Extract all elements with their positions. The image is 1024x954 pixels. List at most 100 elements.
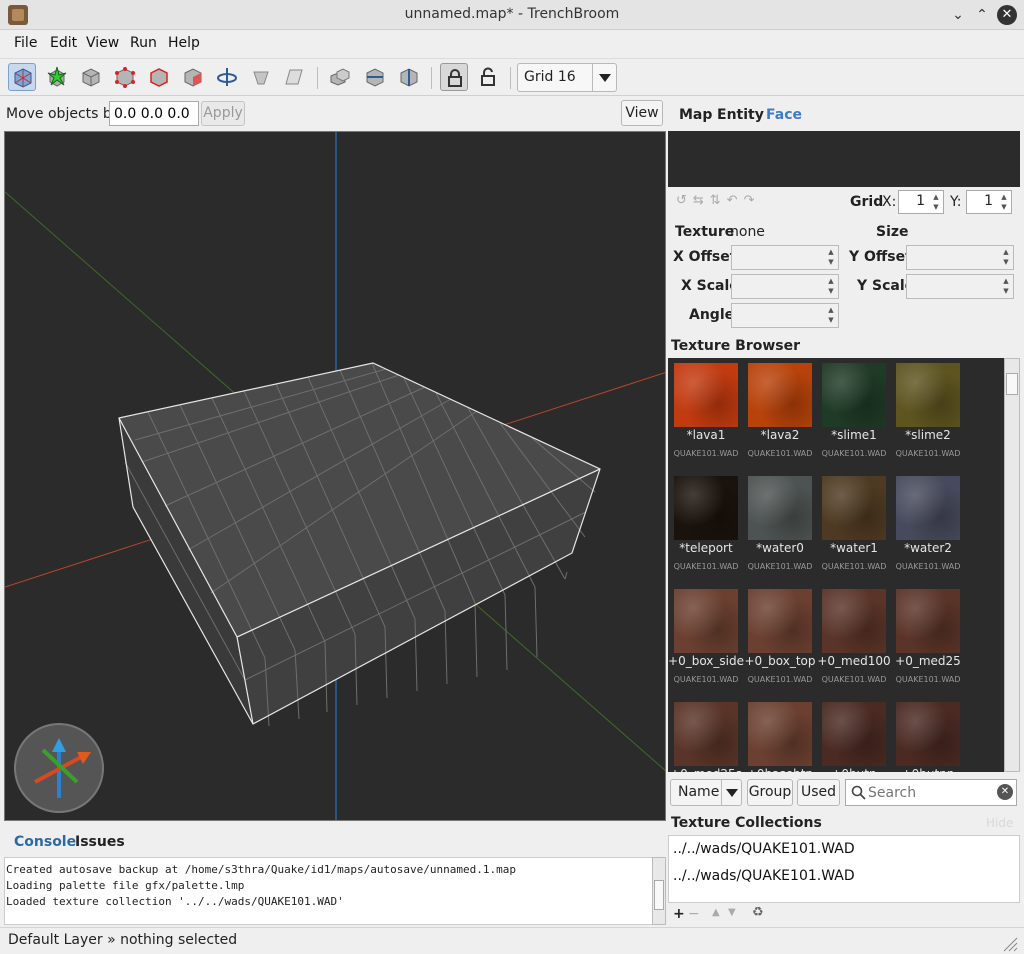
collection-item[interactable]: ../../wads/QUAKE101.WAD	[673, 841, 855, 857]
spin-arrows-icon[interactable]: ▲ ▼	[930, 192, 942, 212]
texture-item[interactable]: +0butn	[818, 697, 890, 772]
texture-item[interactable]: +0_box_side QUAKE101.WAD	[668, 584, 744, 694]
remove-collection-icon[interactable]: −	[688, 906, 700, 922]
grid-x-spinner[interactable]: 1 ▲ ▼	[898, 190, 944, 214]
texture-item[interactable]: +0_med100 QUAKE101.WAD	[817, 584, 891, 694]
uv-lock-button[interactable]	[474, 63, 502, 91]
sort-select[interactable]: Name	[670, 779, 742, 806]
y-offset-input[interactable]: ▲ ▼	[906, 245, 1014, 270]
texture-item[interactable]: +0basebtn	[744, 697, 816, 772]
status-bar: Default Layer » nothing selected	[0, 927, 1024, 954]
unlock-icon	[481, 67, 495, 86]
minimize-button[interactable]: ⌄	[948, 5, 968, 25]
flip-vertical-button[interactable]	[395, 63, 423, 91]
hide-collections-link[interactable]: Hide	[986, 816, 1013, 830]
inspector-tabs: Map Entity Face	[668, 97, 1024, 131]
duplicate-button[interactable]	[326, 63, 354, 91]
move-down-icon[interactable]: ▼	[728, 907, 736, 918]
3d-viewport[interactable]	[4, 131, 666, 821]
texture-search-field[interactable]: ✕	[845, 779, 1017, 806]
menu-file[interactable]: File	[14, 35, 37, 51]
texture-thumbnail	[674, 476, 738, 540]
group-button[interactable]: Group	[747, 779, 793, 806]
texture-item[interactable]: +0_med25s	[670, 697, 742, 772]
x-offset-input[interactable]: ▲ ▼	[731, 245, 839, 270]
texture-item[interactable]: *slime1 QUAKE101.WAD	[818, 358, 890, 468]
tab-console[interactable]: Console	[14, 834, 76, 850]
texture-name: +0_box_top	[744, 654, 816, 668]
vertex-tool-button[interactable]	[111, 63, 139, 91]
rotate-tool-button[interactable]	[213, 63, 241, 91]
texture-collections-list[interactable]: ../../wads/QUAKE101.WAD ../../wads/QUAKE…	[668, 835, 1020, 903]
grid-y-spinner[interactable]: 1 ▲ ▼	[966, 190, 1012, 214]
angle-input[interactable]: ▲ ▼	[731, 303, 839, 328]
viewport-scene[interactable]	[5, 132, 666, 821]
texture-name: +0butnn	[886, 767, 970, 772]
close-button[interactable]: ✕	[997, 5, 1017, 25]
scale-tool-button[interactable]	[247, 63, 275, 91]
view-button[interactable]: View	[621, 100, 663, 126]
uv-editor-view[interactable]	[668, 131, 1020, 187]
brush-tool-button[interactable]	[77, 63, 105, 91]
tab-face[interactable]: Face	[766, 107, 802, 123]
clear-search-icon[interactable]: ✕	[997, 784, 1013, 800]
move-offset-input[interactable]	[109, 101, 199, 126]
texture-lock-button[interactable]	[440, 63, 468, 91]
reload-icon[interactable]: ♻	[752, 905, 764, 920]
move-up-icon[interactable]: ▲	[712, 907, 720, 918]
spin-arrows-icon[interactable]: ▲ ▼	[1000, 276, 1012, 296]
tab-issues[interactable]: Issues	[75, 834, 125, 850]
spin-arrows-icon[interactable]: ▲ ▼	[825, 247, 837, 267]
menu-edit[interactable]: Edit	[50, 35, 77, 51]
texture-item[interactable]: *lava1 QUAKE101.WAD	[670, 358, 742, 468]
face-tool-button[interactable]	[179, 63, 207, 91]
x-scale-input[interactable]: ▲ ▼	[731, 274, 839, 299]
entity-tool-icon	[47, 66, 67, 87]
menu-view[interactable]: View	[86, 35, 119, 51]
spin-arrows-icon[interactable]: ▲ ▼	[825, 305, 837, 325]
console-scrollbar[interactable]	[652, 857, 666, 925]
spin-arrows-icon[interactable]: ▲ ▼	[998, 192, 1010, 212]
chevron-down-icon[interactable]	[721, 780, 742, 805]
collection-item[interactable]: ../../wads/QUAKE101.WAD	[673, 868, 855, 884]
texture-item[interactable]: *water0 QUAKE101.WAD	[744, 471, 816, 581]
texture-item[interactable]: *slime2 QUAKE101.WAD	[892, 358, 964, 468]
flip-horizontal-icon	[366, 68, 384, 87]
move-tool-button[interactable]	[8, 63, 36, 91]
texture-item[interactable]: *lava2 QUAKE101.WAD	[744, 358, 816, 468]
texture-name: +0_med100	[817, 654, 891, 668]
entity-tool-button[interactable]	[43, 63, 71, 91]
grid-x-value: 1	[916, 193, 925, 209]
texture-search-input[interactable]	[868, 782, 988, 803]
rotate-icon	[217, 68, 237, 86]
tab-entity[interactable]: Entity	[717, 107, 764, 123]
maximize-button[interactable]: ⌃	[972, 5, 992, 25]
used-button[interactable]: Used	[797, 779, 840, 806]
spin-arrows-icon[interactable]: ▲ ▼	[825, 276, 837, 296]
resize-grip-icon[interactable]	[1000, 934, 1018, 952]
chevron-down-icon[interactable]	[592, 64, 617, 91]
texture-grid[interactable]: *lava1 QUAKE101.WAD *lava2 QUAKE101.WAD *sli…	[668, 358, 1004, 772]
add-collection-icon[interactable]: +	[673, 906, 685, 922]
uv-tool-icons[interactable]: ↺⇆⇅↶↷	[676, 193, 760, 208]
apply-button[interactable]: Apply	[201, 101, 245, 126]
menu-run[interactable]: Run	[130, 35, 157, 51]
texture-item[interactable]: *teleport QUAKE101.WAD	[670, 471, 742, 581]
texture-item[interactable]: *water1 QUAKE101.WAD	[818, 471, 890, 581]
texture-scrollbar[interactable]	[1004, 358, 1020, 772]
flip-horizontal-button[interactable]	[361, 63, 389, 91]
console-log[interactable]: Created autosave backup at /home/s3thra/…	[4, 857, 654, 925]
tab-map[interactable]: Map	[679, 107, 712, 123]
texture-name: +0basebtn	[738, 767, 822, 772]
texture-item[interactable]: +0butnn	[892, 697, 964, 772]
spin-arrows-icon[interactable]: ▲ ▼	[1000, 247, 1012, 267]
texture-item[interactable]: +0_med25 QUAKE101.WAD	[892, 584, 964, 694]
grid-size-select[interactable]: Grid 16	[517, 63, 617, 92]
edge-tool-button[interactable]	[145, 63, 173, 91]
face-cube-icon	[184, 68, 202, 87]
texture-item[interactable]: +0_box_top QUAKE101.WAD	[744, 584, 816, 694]
y-scale-input[interactable]: ▲ ▼	[906, 274, 1014, 299]
texture-item[interactable]: *water2 QUAKE101.WAD	[892, 471, 964, 581]
menu-help[interactable]: Help	[168, 35, 200, 51]
shear-tool-button[interactable]	[281, 63, 309, 91]
